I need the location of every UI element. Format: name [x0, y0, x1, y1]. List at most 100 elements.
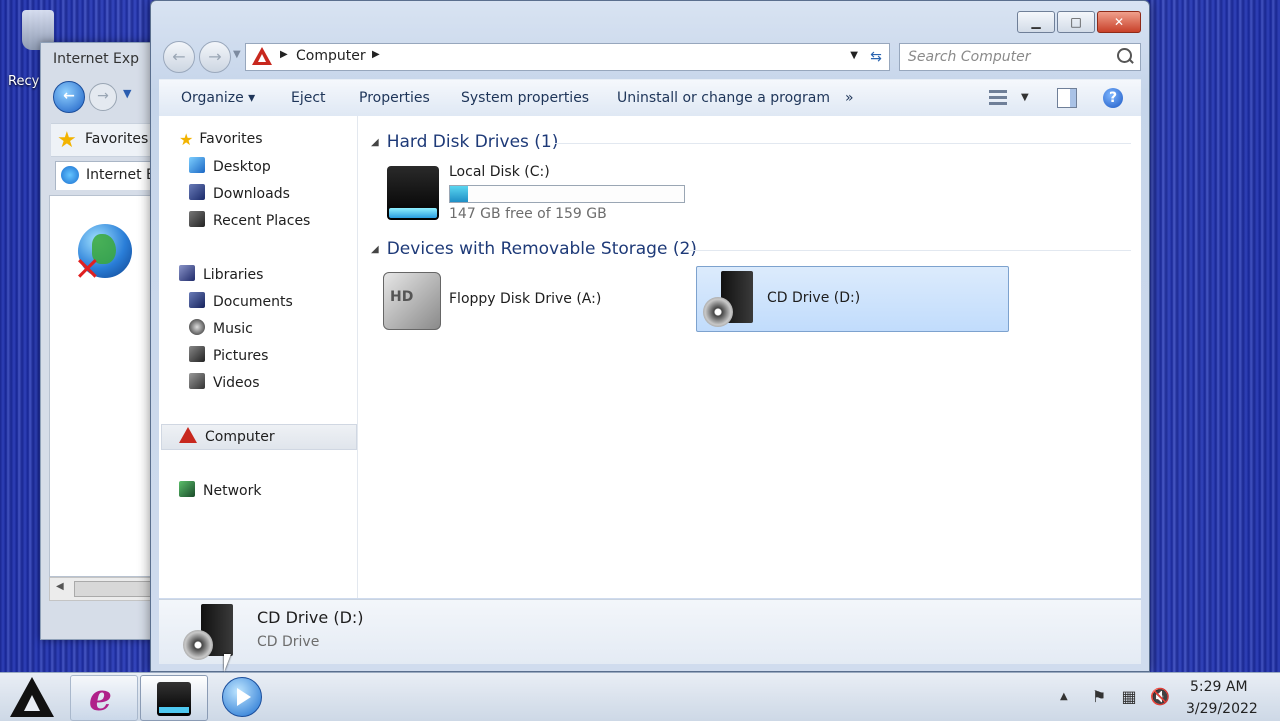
mouse-cursor-icon	[224, 654, 231, 672]
star-icon: ★	[57, 128, 77, 153]
cd-drive-item-selected[interactable]: CD Drive (D:)	[696, 266, 1009, 332]
computer-explorer-window[interactable]: ▁ □ ✕ ← → ▼ ▶ Computer ▶ ▼ ⇆ Search Comp…	[150, 0, 1150, 672]
details-pane: CD Drive (D:) CD Drive	[159, 599, 1141, 664]
file-list: ◢ Hard Disk Drives (1) Local Disk (C:) 14…	[359, 116, 1141, 598]
nav-libraries[interactable]: Libraries	[179, 265, 263, 283]
group-hard-disk-drives[interactable]: ◢ Hard Disk Drives (1)	[371, 132, 558, 152]
floppy-drive-name: Floppy Disk Drive (A:)	[449, 291, 602, 307]
nav-recent-places-label: Recent Places	[213, 213, 311, 229]
recent-places-icon	[189, 211, 205, 227]
group-hard-disk-label: Hard Disk Drives (1)	[386, 132, 559, 152]
music-icon	[189, 319, 205, 335]
nav-pictures[interactable]: Pictures	[189, 346, 268, 364]
nav-downloads[interactable]: Downloads	[189, 184, 290, 202]
help-icon[interactable]: ?	[1103, 88, 1123, 108]
nav-network[interactable]: Network	[179, 481, 261, 499]
local-disk-name: Local Disk (C:)	[449, 164, 550, 180]
internet-explorer-window[interactable]: Internet Exp ← → ▼ ★ Favorites Internet …	[40, 42, 163, 640]
recent-pages-dropdown-icon[interactable]: ▼	[233, 49, 241, 60]
refresh-button[interactable]: ⇆	[863, 43, 890, 71]
cd-drive-icon	[703, 271, 753, 327]
ie-forward-button[interactable]: →	[89, 83, 117, 111]
taskbar: e ▲ ⚑ ▦ 🔇 5:29 AM 3/29/2022	[0, 672, 1280, 721]
ie-window-title: Internet Exp	[53, 51, 140, 67]
search-icon[interactable]	[1117, 48, 1132, 63]
nav-recent-places[interactable]: Recent Places	[189, 211, 310, 229]
hard-drive-icon	[387, 166, 439, 220]
pictures-icon	[189, 346, 205, 362]
view-options-dropdown-icon[interactable]: ▼	[1021, 92, 1029, 103]
network-status-icon[interactable]: ▦	[1120, 687, 1138, 706]
nav-music[interactable]: Music	[189, 319, 253, 337]
cd-drive-icon	[183, 604, 233, 660]
explorer-drive-icon	[157, 682, 191, 716]
caption-buttons: ▁ □ ✕	[1015, 11, 1141, 33]
breadcrumb-separator-icon[interactable]: ▶	[280, 49, 288, 60]
disk-usage-fill	[450, 186, 468, 202]
ie-tab-label: Internet E	[86, 167, 155, 183]
collapse-caret-icon[interactable]: ◢	[371, 244, 379, 255]
close-button[interactable]: ✕	[1097, 11, 1141, 33]
address-bar[interactable]: ▶ Computer ▶ ▼	[245, 43, 865, 71]
collapse-caret-icon[interactable]: ◢	[371, 137, 379, 148]
nav-favorites-label: Favorites	[199, 131, 263, 147]
volume-muted-icon[interactable]: 🔇	[1150, 687, 1170, 706]
nav-computer[interactable]: Computer	[179, 427, 275, 445]
nav-documents[interactable]: Documents	[189, 292, 293, 310]
organize-button[interactable]: Organize ▾	[181, 90, 255, 106]
nav-favorites[interactable]: ★ Favorites	[179, 130, 263, 149]
ie-tab[interactable]: Internet E	[55, 161, 163, 190]
address-dropdown-icon[interactable]: ▼	[850, 50, 858, 61]
start-button[interactable]	[10, 677, 54, 717]
group-removable-storage[interactable]: ◢ Devices with Removable Storage (2)	[371, 239, 697, 259]
network-icon	[179, 481, 195, 497]
ie-content-area: ✕	[49, 195, 163, 577]
ie-tab-icon	[61, 166, 79, 184]
floppy-drive-icon	[383, 272, 441, 330]
details-title: CD Drive (D:)	[257, 608, 364, 627]
ie-favorites-bar[interactable]: ★ Favorites	[51, 123, 161, 157]
ie-history-dropdown-icon[interactable]: ▼	[123, 87, 131, 100]
computer-icon	[252, 47, 272, 65]
uninstall-program-button[interactable]: Uninstall or change a program	[617, 90, 830, 106]
ie-horizontal-scrollbar[interactable]: ◀	[49, 577, 163, 601]
local-disk-free-space: 147 GB free of 159 GB	[449, 206, 607, 222]
taskbar-explorer-button[interactable]	[140, 675, 208, 721]
nav-music-label: Music	[213, 321, 253, 337]
nav-desktop[interactable]: Desktop	[189, 157, 271, 175]
ie-back-button[interactable]: ←	[53, 81, 85, 113]
properties-button[interactable]: Properties	[359, 90, 430, 106]
nav-computer-label: Computer	[205, 429, 275, 445]
group-removable-label: Devices with Removable Storage (2)	[386, 239, 697, 259]
breadcrumb-computer[interactable]: Computer	[296, 48, 366, 64]
clock-date[interactable]: 3/29/2022	[1186, 701, 1258, 717]
minimize-button[interactable]: ▁	[1017, 11, 1055, 33]
nav-videos[interactable]: Videos	[189, 373, 260, 391]
group-divider	[685, 250, 1131, 251]
downloads-icon	[189, 184, 205, 200]
media-player-icon[interactable]	[222, 677, 262, 717]
change-view-icon[interactable]	[989, 88, 1007, 106]
action-center-flag-icon[interactable]: ⚑	[1090, 687, 1108, 706]
scrollbar-thumb[interactable]	[74, 581, 160, 597]
nav-desktop-label: Desktop	[213, 159, 271, 175]
clock-time[interactable]: 5:29 AM	[1190, 679, 1248, 695]
maximize-button[interactable]: □	[1057, 11, 1095, 33]
search-input[interactable]: Search Computer	[899, 43, 1141, 71]
show-hidden-icons-icon[interactable]: ▲	[1060, 691, 1068, 702]
taskbar-ie-button[interactable]: e	[70, 675, 138, 721]
preview-pane-icon[interactable]	[1057, 88, 1077, 108]
nav-videos-label: Videos	[213, 375, 260, 391]
scroll-left-icon[interactable]: ◀	[56, 581, 64, 592]
system-properties-button[interactable]: System properties	[461, 90, 589, 106]
back-button[interactable]: ←	[163, 41, 195, 73]
eject-button[interactable]: Eject	[291, 90, 326, 106]
nav-network-label: Network	[203, 483, 262, 499]
nav-pictures-label: Pictures	[213, 348, 269, 364]
ie-favorites-label: Favorites	[85, 131, 149, 147]
internet-explorer-icon: e	[89, 677, 112, 719]
nav-downloads-label: Downloads	[213, 186, 290, 202]
breadcrumb-separator-icon[interactable]: ▶	[372, 49, 380, 60]
forward-button[interactable]: →	[199, 41, 231, 73]
more-commands-button[interactable]: »	[845, 90, 854, 106]
